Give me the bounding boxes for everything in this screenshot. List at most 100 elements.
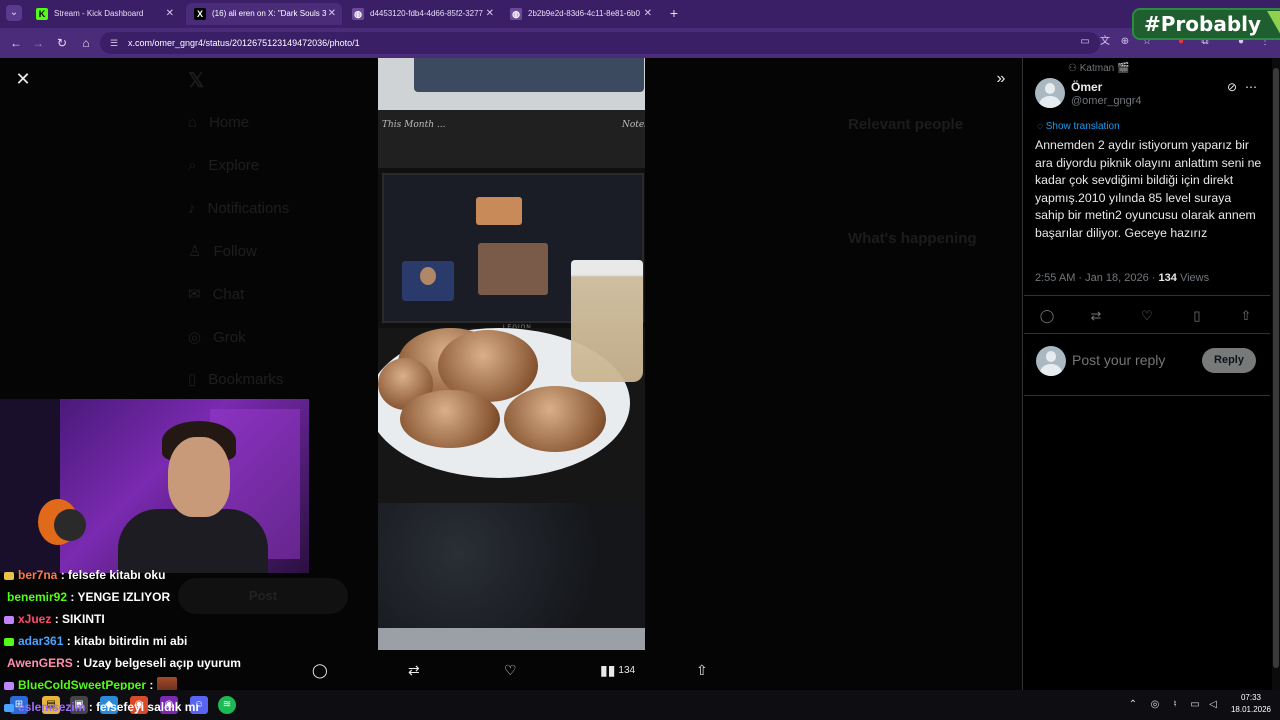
tab-title: (16) ali eren on X: "Dark Souls 3 (212, 9, 327, 18)
tweet-reply-icon[interactable]: ◯ (1039, 308, 1055, 324)
nav-label: Chat (212, 286, 245, 303)
overlay-badge-text: #Probably (1144, 12, 1262, 36)
repost-icon[interactable]: ⇄ (408, 660, 420, 680)
zoom-icon[interactable]: ⊕ (1118, 35, 1132, 49)
browser-toolbar: ← → ↻ ⌂ ☰ x.com/omer_gngr4/status/201267… (0, 28, 1280, 58)
tab-close-icon[interactable]: ✕ (166, 3, 174, 25)
address-bar[interactable]: ☰ x.com/omer_gngr4/status/20126751231494… (100, 32, 1100, 54)
spotify-icon[interactable]: ≋ (218, 696, 236, 714)
reload-icon[interactable]: ↻ (54, 35, 70, 51)
whats-happening-heading: What's happening (848, 230, 977, 247)
kick-favicon-icon: K (36, 8, 48, 20)
tab-close-icon[interactable]: ✕ (486, 3, 494, 25)
chat-badge-icon (4, 703, 14, 712)
community-icon: ⚇ (1068, 63, 1080, 74)
back-icon[interactable]: ← (8, 35, 24, 51)
tab-close-icon[interactable]: ✕ (328, 3, 336, 25)
nav-bookmarks: ▯ Bookmarks (188, 371, 284, 388)
chat-text: Uzay belgeseli açıp uyurum (83, 656, 241, 670)
nav-label: Explore (208, 157, 260, 174)
clock-time: 07:33 (1240, 693, 1262, 702)
reply-button[interactable]: Reply (1202, 348, 1256, 373)
community-context[interactable]: ⚇ Katman 🎬 (1068, 63, 1129, 74)
nav-label: Bookmarks (208, 371, 284, 388)
views-count: 134 (618, 665, 636, 677)
tab-search-icon[interactable]: ⌄ (6, 5, 22, 21)
browser-tabbar: ⌄ K Stream - Kick Dashboard ✕ X (16) ali… (0, 0, 1280, 28)
globe-favicon-icon: ◍ (510, 8, 522, 20)
panel-scrollbar[interactable] (1272, 58, 1280, 690)
chat-text: SIKINTI (62, 612, 105, 626)
author-avatar[interactable] (1035, 78, 1065, 108)
microphone-icon[interactable]: ♮ (1168, 698, 1182, 712)
x-favicon-icon: X (194, 8, 206, 20)
photo-calendar-board: This Month ... Notes (378, 110, 645, 170)
screen: ⌄ K Stream - Kick Dashboard ✕ X (16) ali… (0, 0, 1280, 720)
close-photo-icon[interactable]: ✕ (14, 70, 32, 88)
like-icon[interactable]: ♡ (504, 660, 517, 680)
forward-icon[interactable]: → (30, 35, 46, 51)
site-info-icon[interactable]: ☰ (108, 37, 120, 49)
chat-text: YENGE IZLIYOR (77, 590, 171, 604)
x-logo-icon: 𝕏 (188, 70, 205, 92)
author-handle[interactable]: @omer_gngr4 (1071, 95, 1141, 107)
nav-grok: ◎ Grok (188, 329, 246, 346)
cast-icon[interactable]: ▭ (1078, 35, 1092, 49)
chat-badge-icon (4, 571, 14, 580)
taskbar-clock[interactable]: 07:33 18.01.2026 (1226, 692, 1276, 716)
collapse-panel-icon[interactable]: » (992, 70, 1010, 88)
chat-username: adar361 (18, 634, 64, 648)
tray-chevron-icon[interactable]: ⌃ (1126, 698, 1140, 712)
views-button[interactable]: ▮▮ 134 (600, 660, 635, 680)
volume-icon[interactable]: ◁ (1206, 698, 1220, 712)
photo-mousepad (378, 503, 645, 628)
tab-x-post[interactable]: X (16) ali eren on X: "Dark Souls 3 ✕ (186, 3, 342, 25)
divider (1024, 395, 1270, 396)
network-icon[interactable]: ▭ (1188, 698, 1202, 712)
tweet-timestamp[interactable]: 2:55 AM · Jan 18, 2026 · (1035, 272, 1155, 284)
more-options-icon[interactable]: ⋯ (1244, 80, 1258, 94)
tab-kick-dashboard[interactable]: K Stream - Kick Dashboard ✕ (28, 3, 180, 25)
photo-floor (378, 628, 645, 650)
reply-icon[interactable]: ◯ (312, 660, 328, 680)
photo-shelf (378, 58, 645, 110)
grok-icon[interactable]: ⊘ (1225, 80, 1239, 94)
tab-image-2[interactable]: ◍ 2b2b9e2d-83d6-4c11-8e81-6b0 ✕ (502, 3, 658, 25)
show-translation-link[interactable]: ◌ Show translation (1037, 121, 1120, 132)
author-name[interactable]: Ömer (1071, 80, 1102, 94)
divider (1024, 295, 1270, 296)
current-user-avatar (1036, 346, 1066, 376)
chat-badge-icon (4, 637, 14, 646)
chat-text: felsefe kitabı oku (68, 568, 166, 582)
tweet-repost-icon[interactable]: ⇄ (1088, 308, 1104, 324)
nav-explore: ⌕ Explore (188, 157, 260, 174)
clock-date: 18.01.2026 (1230, 705, 1272, 714)
post-photo[interactable]: This Month ... Notes LEGION (378, 58, 645, 650)
chat-badge-icon (4, 681, 14, 690)
tray-app-icon[interactable]: ◎ (1148, 698, 1162, 712)
tweet-share-icon[interactable]: ⇧ (1238, 308, 1254, 324)
translate-icon[interactable]: 文 (1098, 35, 1112, 49)
tab-close-icon[interactable]: ✕ (644, 3, 652, 25)
home-icon[interactable]: ⌂ (78, 35, 94, 51)
relevant-people-heading: Relevant people (848, 116, 964, 133)
tab-image-1[interactable]: ◍ d4453120-fdb4-4d66-85f2-3277 ✕ (344, 3, 500, 25)
tweet-like-icon[interactable]: ♡ (1139, 308, 1155, 324)
tweet-views-count: 134 (1158, 272, 1177, 284)
nav-label: Grok (213, 329, 246, 346)
stream-overlay-badge: #Probably (1132, 8, 1280, 40)
translate-globe-icon: ◌ (1037, 121, 1046, 132)
reply-input[interactable] (1072, 350, 1196, 370)
nav-label: Follow (213, 243, 257, 260)
url-text: x.com/omer_gngr4/status/2012675123149472… (128, 38, 360, 48)
globe-favicon-icon: ◍ (352, 8, 364, 20)
chat-message: eslemsezim : felsefeyi saldık mı (4, 698, 199, 716)
chat-text: kitabı bitirdin mi abi (74, 634, 188, 648)
chat-message: benemir92 : YENGE IZLIYOR (7, 590, 171, 604)
nav-label: Home (209, 114, 250, 131)
share-icon[interactable]: ⇧ (696, 660, 708, 680)
new-tab-button[interactable]: + (665, 4, 683, 22)
tweet-bookmark-icon[interactable]: ▯ (1189, 308, 1205, 324)
tab-title: d4453120-fdb4-4d66-85f2-3277 (370, 9, 483, 18)
chat-username: AwenGERS (7, 656, 73, 670)
